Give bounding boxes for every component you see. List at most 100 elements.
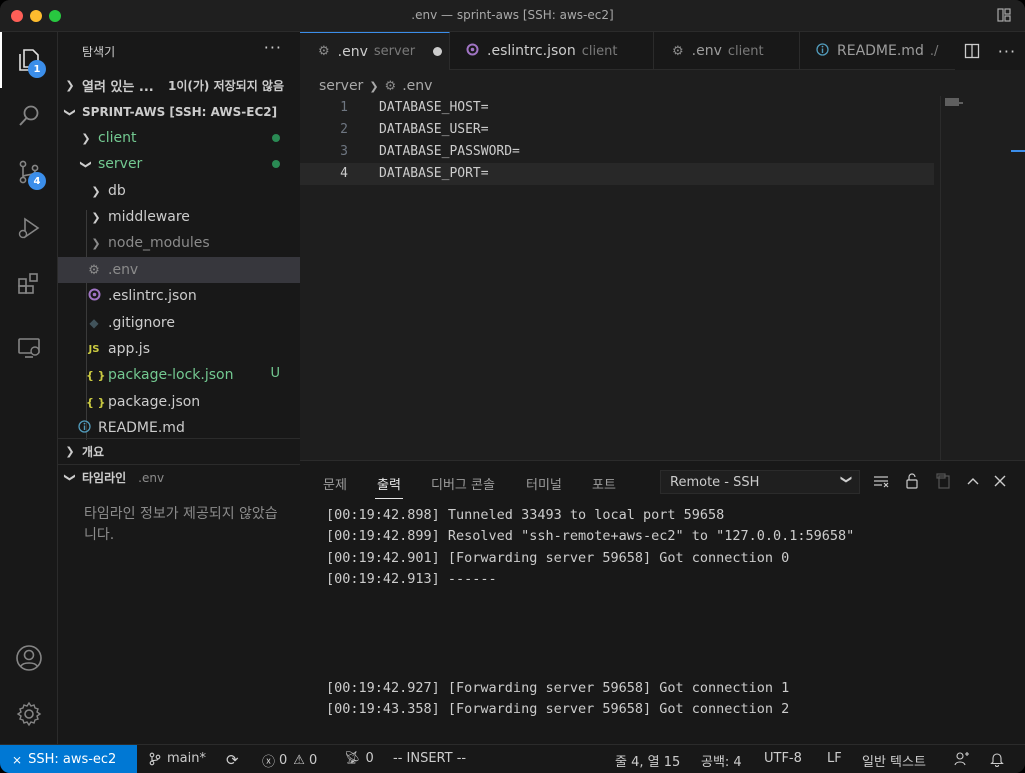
chevron-right-icon: ❯ [91, 210, 101, 224]
source-control-activity-button[interactable]: 4 [0, 144, 58, 200]
sidebar-title: 탐색기 [82, 45, 116, 59]
tree-file-app-js[interactable]: JS app.js [58, 336, 300, 362]
vim-mode: -- INSERT -- [393, 751, 467, 766]
maximize-panel-icon[interactable] [964, 472, 982, 490]
feedback-icon[interactable] [954, 751, 970, 767]
info-icon [816, 42, 829, 60]
branch-name: main* [167, 751, 206, 766]
tab-description: server [373, 44, 416, 59]
branch-status[interactable]: main* [148, 751, 206, 766]
tree-label: .env [108, 262, 139, 278]
line-number: 3 [340, 144, 348, 159]
cursor-position[interactable]: 줄 4, 열 15 [615, 751, 680, 770]
tree-label: .eslintrc.json [108, 288, 197, 304]
tree-file-package-json[interactable]: { } package.json [58, 389, 300, 415]
tab-debug-console[interactable]: 디버그 콘솔 [431, 474, 495, 493]
sync-button[interactable]: ⟳ [226, 751, 239, 769]
remote-indicator-button[interactable]: ⨯ SSH: aws-ec2 [0, 745, 137, 773]
eol-status[interactable]: LF [827, 751, 842, 766]
tree-folder-client[interactable]: ❯ client [58, 125, 300, 151]
editor-line[interactable]: 3 DATABASE_PASSWORD= [300, 141, 934, 163]
ports-status[interactable]: 📡︎ 0 [344, 751, 374, 766]
indentation-status[interactable]: 공백: 4 [701, 751, 742, 770]
sync-icon: ⟳ [226, 751, 239, 769]
tab-eslintrc-client[interactable]: .eslintrc.json client [450, 32, 654, 70]
explorer-activity-button[interactable]: 1 [0, 32, 58, 88]
run-debug-activity-button[interactable] [0, 200, 58, 256]
tree-file-env[interactable]: ⚙ .env [58, 257, 300, 283]
chevron-down-icon: ❯ [63, 472, 77, 483]
clear-output-icon[interactable] [872, 472, 890, 490]
accounts-activity-button[interactable] [0, 630, 58, 686]
timeline-label: 타임라인 [82, 471, 127, 485]
tree-label: server [98, 156, 143, 172]
output-line: [00:19:43.358] [Forwarding server 59658]… [326, 701, 790, 717]
explorer-badge: 1 [28, 60, 46, 78]
open-editors-section[interactable]: ❯ 열려 있는 ... 1이(가) 저장되지 않음 [58, 72, 300, 98]
sidebar-more-actions-button[interactable]: ··· [264, 38, 282, 57]
minimap[interactable] [940, 96, 1025, 460]
output-channel-select[interactable]: Remote - SSH ❯ [660, 470, 860, 494]
tab-problems[interactable]: 문제 [323, 474, 347, 493]
tab-terminal[interactable]: 터미널 [526, 474, 562, 493]
tree-file-package-lock[interactable]: { } package-lock.json U [58, 362, 300, 388]
outline-section[interactable]: ❯ 개요 [58, 438, 300, 464]
problems-status[interactable]: ⓧ 0 ⚠ 0 [262, 751, 317, 770]
remote-explorer-activity-button[interactable] [0, 320, 58, 376]
line-text[interactable]: DATABASE_PORT= [379, 166, 489, 181]
source-control-badge: 4 [28, 172, 46, 190]
line-text[interactable]: DATABASE_HOST= [379, 100, 489, 115]
extensions-activity-button[interactable] [0, 256, 58, 312]
modified-dot-icon [272, 160, 280, 168]
chevron-right-icon: ❯ [369, 79, 379, 93]
tree-label: middleware [108, 209, 190, 225]
tree-label: db [108, 183, 126, 199]
editor-line[interactable]: 1 DATABASE_HOST= [300, 97, 934, 119]
breadcrumb-folder[interactable]: server [319, 78, 363, 94]
tab-readme[interactable]: README.md ./ [800, 32, 955, 70]
line-number: 1 [340, 100, 348, 115]
customize-layout-icon[interactable] [997, 8, 1011, 22]
tab-env-server[interactable]: ⚙ .env server [300, 32, 450, 70]
gear-icon: ⚙ [384, 78, 397, 94]
tab-output[interactable]: 출력 [375, 474, 403, 499]
manage-activity-button[interactable] [0, 686, 58, 742]
language-mode[interactable]: 일반 텍스트 [862, 751, 926, 770]
breadcrumb-file[interactable]: .env [402, 78, 432, 94]
scrollbar-cursor-marker [1011, 150, 1025, 152]
window-title: .env — sprint-aws [SSH: aws-ec2] [411, 8, 614, 22]
timeline-section[interactable]: ❯ 타임라인 .env [58, 464, 300, 490]
tab-ports[interactable]: 포트 [592, 474, 616, 493]
tree-label: package-lock.json [108, 367, 234, 383]
tree-file-eslintrc[interactable]: .eslintrc.json [58, 283, 300, 309]
tree-folder-server[interactable]: ❯ server [58, 151, 300, 177]
tree-label: README.md [98, 420, 185, 436]
editor-line[interactable]: 2 DATABASE_USER= [300, 119, 934, 141]
tab-env-client[interactable]: ⚙ .env client [654, 32, 800, 70]
editor-line-current[interactable]: 4 DATABASE_PORT= [300, 163, 934, 185]
copy-icon[interactable] [934, 472, 952, 490]
output-line: [00:19:42.901] [Forwarding server 59658]… [326, 550, 790, 566]
tree-folder-middleware[interactable]: ❯ middleware [58, 204, 300, 230]
split-editor-icon[interactable] [964, 43, 980, 59]
tree-file-gitignore[interactable]: ◆ .gitignore [58, 310, 300, 336]
tab-description: ./ [929, 43, 939, 59]
tree-folder-node-modules[interactable]: ❯ node_modules [58, 230, 300, 256]
account-icon [16, 645, 42, 671]
unsaved-dot-icon[interactable] [433, 47, 443, 56]
error-count: 0 [279, 753, 288, 768]
line-text[interactable]: DATABASE_PASSWORD= [379, 144, 520, 159]
more-actions-icon[interactable]: ··· [998, 42, 1016, 61]
encoding-status[interactable]: UTF-8 [764, 751, 802, 766]
unlock-icon[interactable] [903, 472, 921, 490]
tree-folder-db[interactable]: ❯ db [58, 178, 300, 204]
close-panel-icon[interactable] [991, 472, 1009, 490]
gear-icon: ⚙ [88, 262, 100, 278]
bell-icon[interactable] [989, 751, 1005, 767]
untracked-badge: U [270, 366, 280, 381]
workspace-section[interactable]: ❯ SPRINT-AWS [SSH: AWS-EC2] [58, 99, 300, 125]
code-editor[interactable]: 1 DATABASE_HOST= 2 DATABASE_USER= 3 DATA… [300, 96, 1025, 460]
line-text[interactable]: DATABASE_USER= [379, 122, 489, 137]
editor-tab-bar: ⚙ .env server .eslintrc.json client ⚙ .e… [300, 32, 1025, 70]
search-activity-button[interactable] [0, 88, 58, 144]
